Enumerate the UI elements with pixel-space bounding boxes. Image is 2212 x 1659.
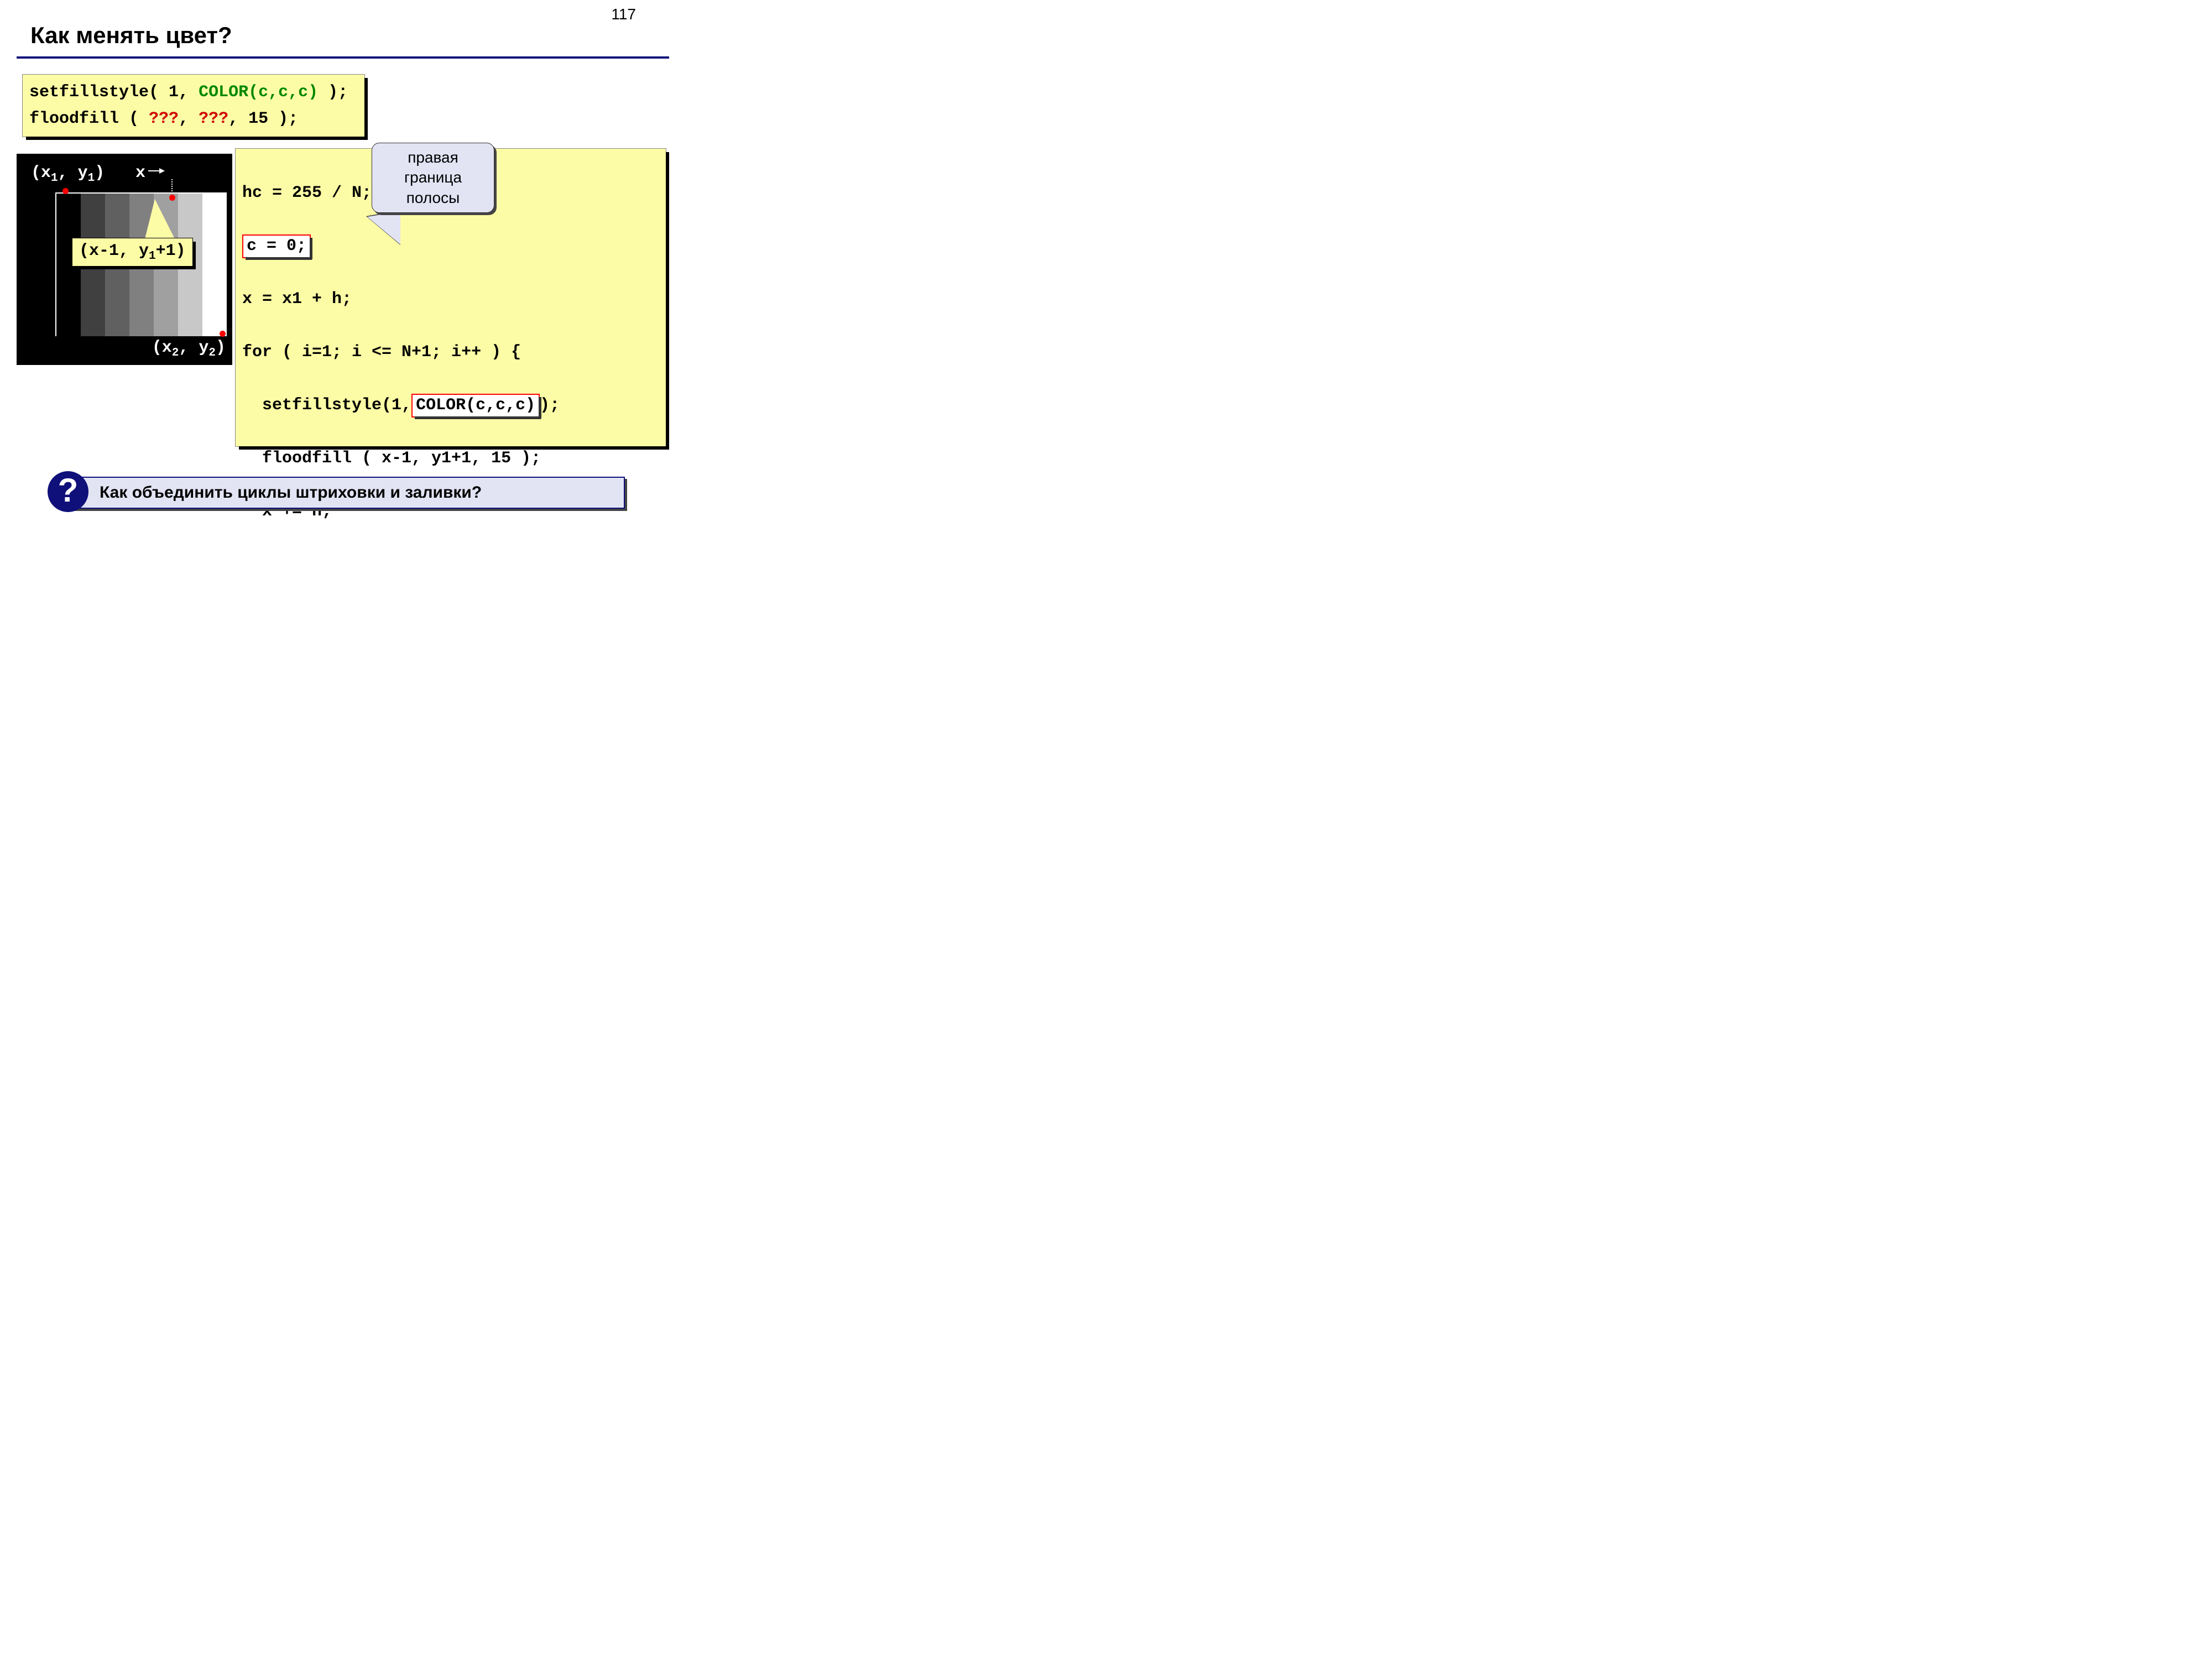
code-text: , 15 ); (228, 109, 298, 128)
code-line: setfillstyle(1,COLOR(c,c,c)); (242, 392, 659, 419)
code-text: floodfill ( (29, 109, 149, 128)
code-text: ); (318, 83, 348, 102)
highlight-box: COLOR(c,c,c) (411, 394, 540, 418)
question-mark-icon: ? (48, 471, 88, 512)
speech-tail (367, 211, 400, 244)
question-bar: Как объединить циклы штриховки и заливки… (66, 477, 625, 509)
code-line: c = 0; (242, 233, 659, 259)
point-x1y1 (62, 188, 69, 194)
code-text: setfillstyle( 1, (29, 83, 199, 102)
callout-pointer (144, 199, 177, 243)
label-x1y1: (x1, y1) (31, 164, 105, 185)
code-top: setfillstyle( 1, COLOR(c,c,c) ); floodfi… (22, 74, 365, 137)
code-highlight: COLOR(c,c,c) (199, 83, 318, 102)
page-number: 117 (611, 6, 636, 23)
placeholder: ??? (199, 109, 228, 128)
highlight-box: c = 0; (242, 234, 311, 258)
slide-title: Как менять цвет? (30, 22, 232, 49)
callout-x-1-y1-1: (x-1, y1+1) (72, 238, 193, 267)
label-x: x (135, 164, 145, 182)
point-x2y2 (220, 331, 226, 337)
title-rule (17, 56, 669, 59)
placeholder: ??? (149, 109, 179, 128)
slide: 117 Как менять цвет? setfillstyle( 1, CO… (0, 0, 708, 531)
code-text: , (179, 109, 199, 128)
arrow-right-icon (148, 170, 164, 171)
code-line: x = x1 + h; (242, 286, 659, 312)
code-line: floodfill ( x-1, y1+1, 15 ); (242, 445, 659, 472)
speech-callout: правая граница полосы (372, 143, 494, 213)
code-line: for ( i=1; i <= N+1; i++ ) { (242, 339, 659, 366)
label-x2y2: (x2, y2) (152, 338, 226, 359)
